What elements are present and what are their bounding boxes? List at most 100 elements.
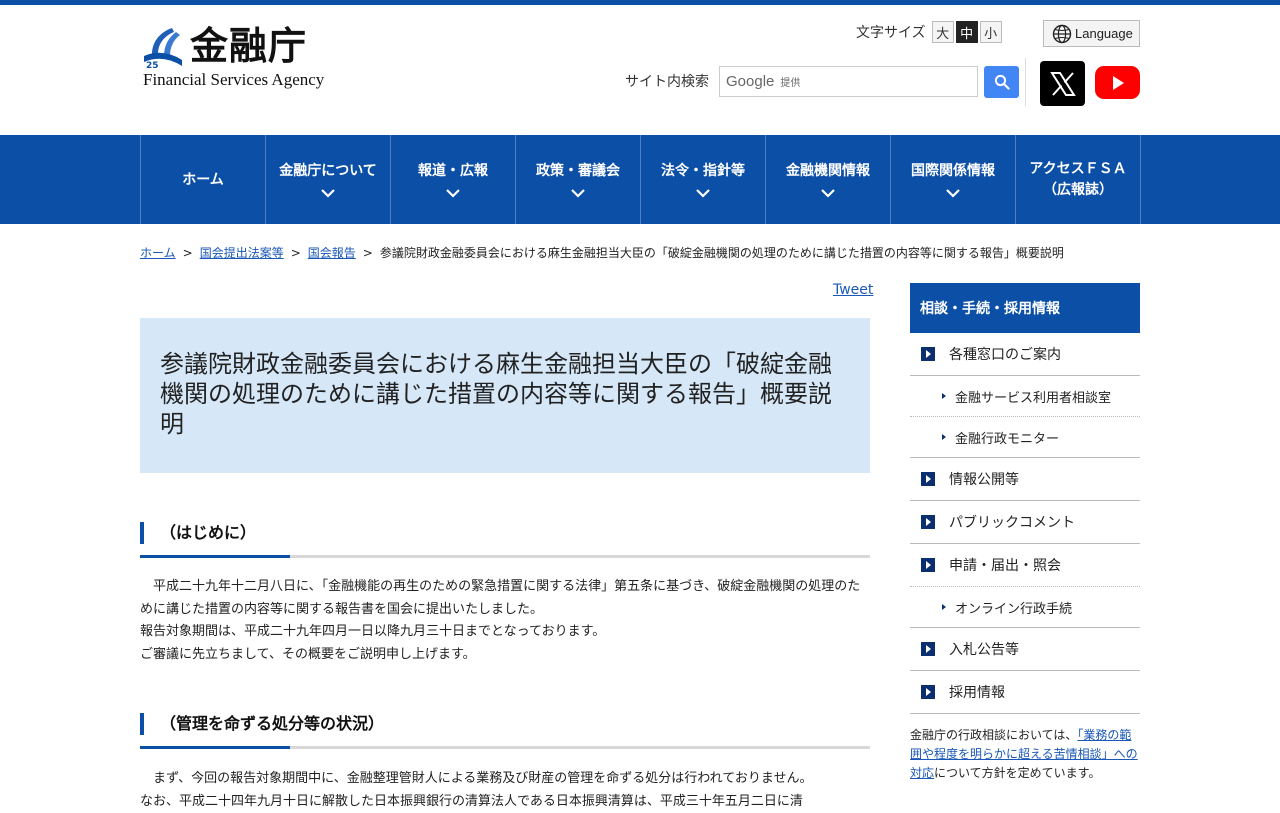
breadcrumb: ホーム > 国会提出法案等 > 国会報告 > 参議院財政金融委員会における麻生金融担当大臣の… [140, 244, 1064, 261]
search-icon [994, 74, 1010, 90]
logo-subtitle: Financial Services Agency [143, 70, 324, 90]
paragraph: ご審議に先立ちまして、その概要をご説明申し上げます。 [140, 644, 870, 667]
nav-label: 報道・広報 [418, 161, 488, 182]
language-label: Language [1075, 26, 1133, 41]
youtube-icon [1110, 75, 1126, 91]
sidebar-item-label: 金融サービス利用者相談室 [955, 387, 1111, 406]
logo-title: 金融庁 [190, 24, 307, 68]
font-size-medium-button[interactable]: 中 [956, 21, 978, 43]
section-management-body: まず、今回の報告対象期間中に、金融整理管財人による業務及び財産の管理を命ずる処分… [140, 768, 870, 813]
google-brand: Google [726, 73, 774, 90]
nav-policy[interactable]: 政策・審議会 [516, 135, 641, 224]
nav-home[interactable]: ホーム [141, 135, 266, 224]
nav-institutions[interactable]: 金融機関情報 [766, 135, 891, 224]
paragraph: まず、今回の報告対象期間中に、金融整理管財人による業務及び財産の管理を命ずる処分… [140, 768, 870, 791]
chevron-down-icon [945, 188, 961, 198]
breadcrumb-diet-reports[interactable]: 国会報告 [308, 246, 356, 260]
language-button[interactable]: Language [1043, 20, 1140, 47]
triangle-right-icon [942, 393, 946, 399]
arrow-right-icon [921, 558, 935, 572]
nav-label: 法令・指針等 [661, 161, 745, 182]
sidebar-item-contact-windows[interactable]: 各種窓口のご案内 [910, 333, 1140, 376]
google-provided-label: 提供 [780, 74, 800, 89]
arrow-right-icon [921, 685, 935, 699]
breadcrumb-separator: > [291, 246, 301, 260]
font-size-small-button[interactable]: 小 [980, 21, 1002, 43]
font-size-label: 文字サイズ [856, 22, 926, 42]
sidebar-note-text: について方針を定めています。 [934, 766, 1100, 780]
font-size-large-button[interactable]: 大 [932, 21, 954, 43]
sidebar-note: 金融庁の行政相談においては、「業務の範囲や程度を明らかに超える苦情相談」への対応… [910, 726, 1140, 783]
paragraph: 報告対象期間は、平成二十九年四月一日以降九月三十日までとなっております。 [140, 621, 870, 644]
sidebar-list: 各種窓口のご案内 金融サービス利用者相談室 金融行政モニター 情報公開等 パブリ… [910, 333, 1140, 714]
nav-label: ホーム [182, 170, 224, 191]
sidebar-subitem-admin-monitor[interactable]: 金融行政モニター [910, 417, 1140, 458]
nav-label: 政策・審議会 [536, 161, 620, 182]
nav-label: 金融機関情報 [786, 161, 870, 182]
sidebar-subitem-consultation-office[interactable]: 金融サービス利用者相談室 [910, 376, 1140, 417]
sidebar-item-label: 情報公開等 [949, 469, 1019, 489]
nav-label: アクセスＦＳＡ [1029, 159, 1126, 180]
global-nav: ホーム 金融庁について 報道・広報 政策・審議会 法令・指針等 金融機関情報 国… [0, 135, 1280, 224]
x-link[interactable] [1040, 61, 1085, 106]
chevron-down-icon [695, 188, 711, 198]
nav-about[interactable]: 金融庁について [266, 135, 391, 224]
arrow-right-icon [921, 515, 935, 529]
section-heading-text: （管理を命ずる処分等の状況） [160, 713, 384, 735]
sidebar-item-label: 採用情報 [949, 682, 1005, 702]
header-divider [1025, 58, 1026, 106]
svg-text:25: 25 [146, 61, 159, 70]
section-heading-text: （はじめに） [160, 522, 256, 544]
chevron-down-icon [820, 188, 836, 198]
search-input[interactable]: Google 提供 [719, 66, 978, 97]
section-intro-body: 平成二十九年十二月八日に、「金融機能の再生のための緊急措置に関する法律」第五条に… [140, 576, 870, 666]
arrow-right-icon [921, 472, 935, 486]
breadcrumb-home[interactable]: ホーム [140, 246, 176, 260]
sidebar-item-label: 入札公告等 [949, 639, 1019, 659]
chevron-down-icon [320, 188, 336, 198]
chevron-down-icon [570, 188, 586, 198]
sidebar-item-recruitment[interactable]: 採用情報 [910, 671, 1140, 714]
breadcrumb-separator: > [363, 246, 373, 260]
site-search-label: サイト内検索 [625, 71, 709, 91]
fsa-logo-mark-icon: 25 [142, 26, 184, 70]
tweet-link[interactable]: Tweet [833, 282, 873, 298]
nav-label: 国際関係情報 [911, 161, 995, 182]
section-heading-management: （管理を命ずる処分等の状況） [140, 713, 870, 749]
paragraph: 平成二十九年十二月八日に、「金融機能の再生のための緊急措置に関する法律」第五条に… [140, 576, 870, 621]
breadcrumb-diet-bills[interactable]: 国会提出法案等 [200, 246, 284, 260]
triangle-right-icon [942, 604, 946, 610]
sidebar-item-public-comment[interactable]: パブリックコメント [910, 501, 1140, 544]
sidebar-item-label: パブリックコメント [949, 512, 1075, 532]
page-title: 参議院財政金融委員会における麻生金融担当大臣の「破綻金融機関の処理のために講じた… [160, 349, 850, 439]
sidebar-item-applications[interactable]: 申請・届出・照会 [910, 544, 1140, 587]
section-heading-intro: （はじめに） [140, 522, 870, 558]
nav-international[interactable]: 国際関係情報 [891, 135, 1016, 224]
chevron-down-icon [445, 188, 461, 198]
nav-press[interactable]: 報道・広報 [391, 135, 516, 224]
triangle-right-icon [942, 434, 946, 440]
nav-label: 金融庁について [279, 161, 377, 182]
x-icon [1049, 70, 1077, 98]
paragraph: なお、平成二十四年九月十日に解散した日本振興銀行の清算法人である日本振興清算は、… [140, 791, 870, 813]
search-button[interactable] [984, 66, 1019, 98]
sidebar-heading: 相談・手続・採用情報 [910, 283, 1140, 333]
arrow-right-icon [921, 642, 935, 656]
fsa-logo[interactable]: 25 金融庁 Financial Services Agency [140, 22, 340, 92]
sidebar-subitem-online-procedures[interactable]: オンライン行政手続 [910, 587, 1140, 628]
breadcrumb-separator: > [183, 246, 193, 260]
breadcrumb-current: 参議院財政金融委員会における麻生金融担当大臣の「破綻金融機関の処理のために講じた… [380, 246, 1064, 260]
youtube-link[interactable] [1095, 66, 1140, 99]
sidebar-item-bidding[interactable]: 入札公告等 [910, 628, 1140, 671]
page-title-box: 参議院財政金融委員会における麻生金融担当大臣の「破綻金融機関の処理のために講じた… [140, 318, 870, 473]
sidebar-item-label: 各種窓口のご案内 [949, 344, 1061, 364]
nav-laws[interactable]: 法令・指針等 [641, 135, 766, 224]
sidebar-item-disclosure[interactable]: 情報公開等 [910, 458, 1140, 501]
top-accent-bar [0, 0, 1280, 5]
sidebar-item-label: 金融行政モニター [955, 428, 1059, 447]
font-size-switcher: 文字サイズ 大 中 小 [856, 20, 1002, 44]
sidebar-item-label: 申請・届出・照会 [949, 555, 1061, 575]
sidebar-item-label: オンライン行政手続 [955, 598, 1072, 617]
nav-access-fsa[interactable]: アクセスＦＳＡ （広報誌） [1016, 135, 1141, 224]
arrow-right-icon [921, 347, 935, 361]
